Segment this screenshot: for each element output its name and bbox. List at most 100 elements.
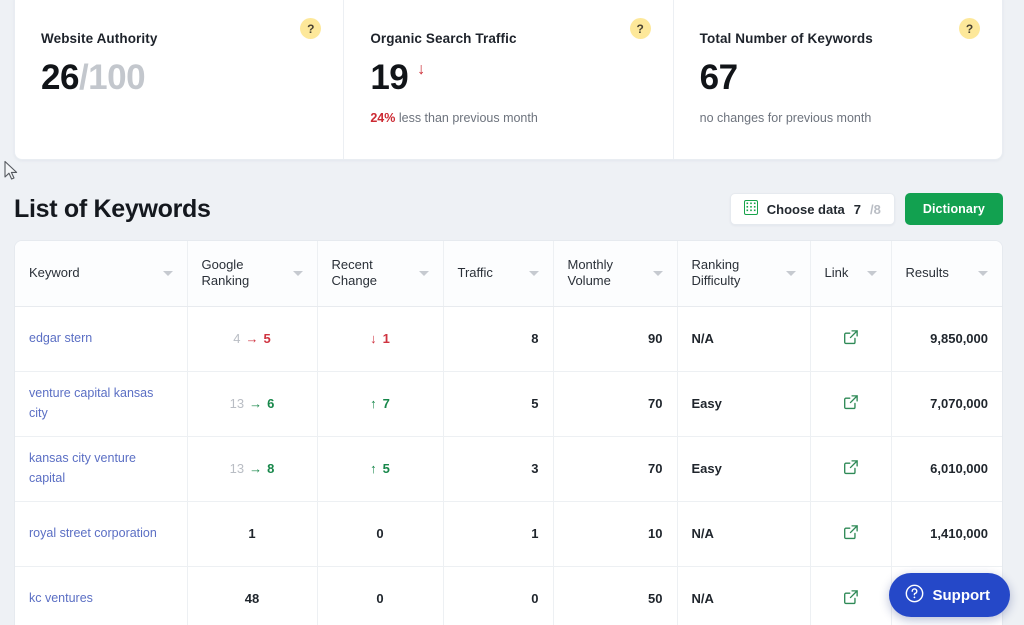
cell-monthly-volume: 50 — [553, 566, 678, 625]
cell-results: 9,850,000 — [891, 306, 1002, 372]
chevron-down-icon[interactable] — [418, 270, 429, 276]
dictionary-button[interactable]: Dictionary — [904, 193, 1003, 225]
cell-traffic: 8 — [443, 306, 554, 372]
external-link-icon[interactable] — [842, 393, 860, 414]
keyword-link[interactable]: edgar stern — [29, 329, 173, 348]
column-header-traffic[interactable]: Traffic — [443, 241, 554, 307]
metric-value: 19 — [370, 58, 409, 97]
chevron-down-icon[interactable] — [785, 270, 796, 276]
mouse-cursor — [3, 160, 19, 187]
column-header-results[interactable]: Results — [891, 241, 1002, 307]
recent-change-value: 0 — [376, 526, 384, 541]
keyword-link[interactable]: kansas city venture capital — [29, 449, 173, 488]
cell-google-ranking: 13 → 6 — [187, 371, 318, 437]
rank-previous: 13 — [229, 396, 245, 411]
chevron-down-icon[interactable] — [162, 270, 173, 276]
choose-data-button[interactable]: Choose data 7 /8 — [729, 193, 895, 225]
external-link-icon[interactable] — [842, 458, 860, 479]
metric-note-percent: 24% — [370, 111, 396, 125]
table-header-row: Keyword Google Ranking Recent Change Tra… — [15, 241, 1002, 307]
arrow-up-icon: ↑ — [370, 396, 377, 411]
page-title: List of Keywords — [14, 194, 211, 223]
cell-ranking-difficulty: N/A — [677, 306, 811, 372]
external-link-icon[interactable] — [842, 588, 860, 609]
rank-current: 1 — [248, 526, 256, 541]
rank-previous: 13 — [229, 461, 245, 476]
rank-current: 6 — [267, 396, 275, 411]
cell-recent-change: ↑ 7 — [317, 371, 444, 437]
recent-change-value: 5 — [382, 461, 390, 476]
help-icon[interactable]: ? — [629, 18, 651, 39]
table-body: edgar stern 4 → 5 ↓ 1 8 90 N/A 9,850,000 venture c… — [15, 306, 1002, 625]
cell-google-ranking: 1 — [187, 501, 318, 567]
cell-results: 1,410,000 — [891, 501, 1002, 567]
column-header-ranking-difficulty[interactable]: Ranking Difficulty — [677, 241, 811, 307]
cell-google-ranking: 48 — [187, 566, 318, 625]
cell-link — [810, 566, 892, 625]
cell-traffic: 3 — [443, 436, 554, 502]
page-root: Website Authority 26 /100 ? Organic Sear… — [0, 0, 1024, 625]
keyword-link[interactable]: venture capital kansas city — [29, 384, 173, 423]
rank-current: 8 — [267, 461, 275, 476]
table-row: royal street corporation 1 0 1 10 N/A 1,410,00… — [15, 501, 1002, 567]
cell-keyword: edgar stern — [15, 306, 188, 372]
cell-results: 6,010,000 — [891, 436, 1002, 502]
table-row: venture capital kansas city 13 → 6 ↑ 7 5 70 Easy… — [15, 371, 1002, 437]
column-label: Link — [824, 264, 849, 280]
metric-total-keywords: Total Number of Keywords 67 no changes f… — [672, 0, 1002, 159]
cell-link — [810, 436, 892, 502]
cell-google-ranking: 4 → 5 — [187, 306, 318, 372]
recent-change-value: 0 — [376, 591, 384, 606]
cell-monthly-volume: 90 — [553, 306, 678, 372]
cell-ranking-difficulty: N/A — [677, 566, 811, 625]
choose-data-label: Choose data — [766, 201, 845, 217]
header-actions: Choose data 7 /8 Dictionary — [729, 193, 1003, 225]
chevron-down-icon[interactable] — [292, 270, 303, 276]
cell-traffic: 1 — [443, 501, 554, 567]
help-icon[interactable]: ? — [958, 18, 980, 39]
cell-monthly-volume: 70 — [553, 436, 678, 502]
metric-note-text: less than previous month — [398, 111, 538, 125]
cell-traffic: 0 — [443, 566, 554, 625]
chevron-down-icon[interactable] — [978, 270, 988, 276]
metric-value-row: 19 ↓ — [370, 60, 646, 106]
metric-note-text: no changes for previous month — [699, 111, 872, 125]
cell-ranking-difficulty: N/A — [677, 501, 811, 567]
cell-recent-change: 0 — [317, 566, 444, 625]
metric-title: Organic Search Traffic — [370, 31, 517, 46]
cell-traffic: 5 — [443, 371, 554, 437]
column-header-link[interactable]: Link — [810, 241, 892, 307]
metric-title: Total Number of Keywords — [699, 31, 873, 46]
column-header-monthly-volume[interactable]: Monthly Volume — [553, 241, 678, 307]
column-header-recent-change[interactable]: Recent Change — [317, 241, 444, 307]
arrow-down-icon: ↓ — [370, 331, 377, 346]
metric-value: 67 — [699, 58, 738, 97]
choose-data-total: /8 — [870, 201, 881, 217]
chevron-down-icon[interactable] — [866, 270, 877, 276]
keyword-link[interactable]: kc ventures — [29, 589, 173, 608]
choose-data-current: 7 — [853, 201, 862, 217]
column-header-keyword[interactable]: Keyword — [15, 241, 188, 307]
cell-link — [810, 501, 892, 567]
cell-recent-change: ↓ 1 — [317, 306, 444, 372]
support-label: Support — [932, 586, 991, 604]
external-link-icon[interactable] — [842, 523, 860, 544]
metric-title: Website Authority — [41, 31, 158, 46]
cell-keyword: kc ventures — [15, 566, 188, 625]
cell-results: 7,070,000 — [891, 371, 1002, 437]
chevron-down-icon[interactable] — [528, 270, 539, 276]
help-icon[interactable]: ? — [300, 18, 322, 39]
chevron-down-icon[interactable] — [652, 270, 663, 276]
cell-recent-change: ↑ 5 — [317, 436, 444, 502]
metric-value-suffix: /100 — [78, 58, 146, 97]
section-header: List of Keywords Choose data 7 /8 Dictio… — [14, 186, 1003, 232]
cell-ranking-difficulty: Easy — [677, 436, 811, 502]
support-button[interactable]: Support — [888, 573, 1010, 617]
column-header-google-ranking[interactable]: Google Ranking — [187, 241, 318, 307]
grid-icon — [743, 200, 758, 218]
column-label: Monthly Volume — [567, 256, 614, 289]
keyword-link[interactable]: royal street corporation — [29, 524, 173, 543]
external-link-icon[interactable] — [842, 328, 860, 349]
rank-current: 5 — [263, 331, 271, 346]
metric-value-row: 26 /100 — [41, 60, 317, 106]
